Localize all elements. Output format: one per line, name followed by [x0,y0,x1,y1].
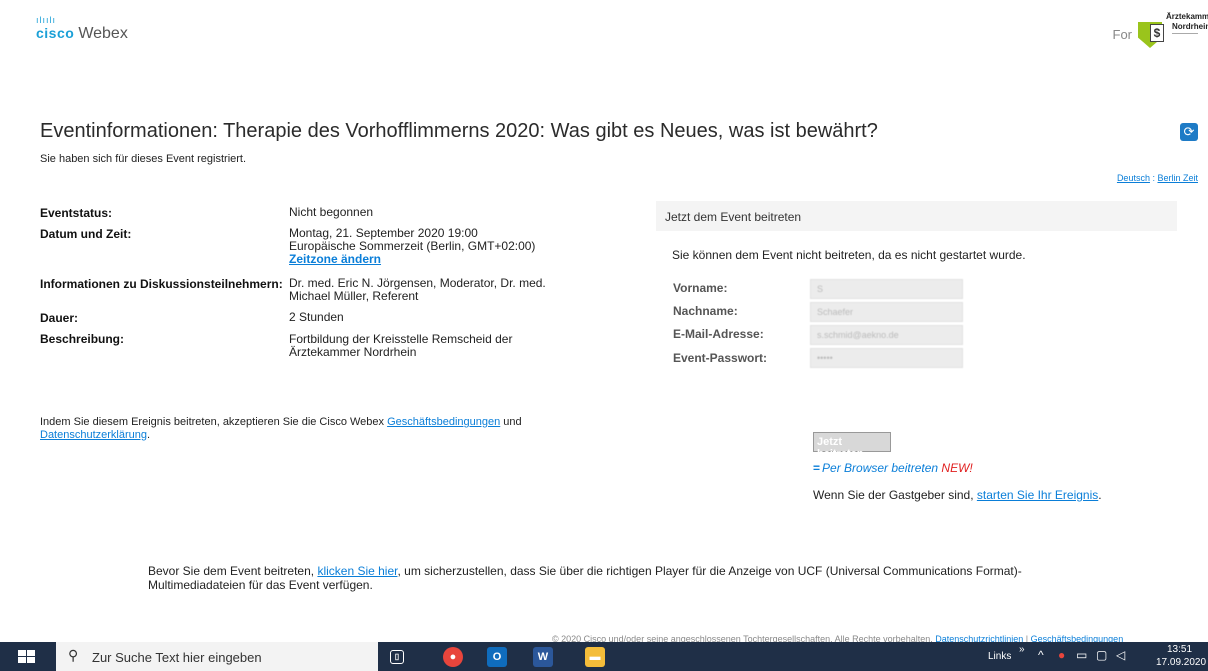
description-value: Fortbildung der Kreisstelle Remscheid de… [289,332,513,359]
browser-icon: = [813,461,821,475]
datetime-label: Datum und Zeit: [40,227,132,241]
volume-icon[interactable]: ◁ [1116,648,1125,662]
outlook-icon[interactable]: O [487,647,507,667]
browser-join-link[interactable]: = Per Browser beitreten NEW! [813,461,973,475]
cisco-brand: cisco [36,25,75,41]
language-link[interactable]: Deutsch [1117,173,1150,183]
privacy-link[interactable]: Datenschutzerklärung [40,429,147,441]
search-icon: ⚲ [68,647,79,663]
clock-time[interactable]: 13:51 [1167,644,1192,655]
password-field[interactable]: ••••• [810,348,963,368]
panelists-value: Dr. med. Eric N. Jörgensen, Moderator, D… [289,276,546,303]
file-explorer-icon[interactable]: ▬ [585,647,605,667]
locale-selector: Deutsch : Berlin Zeit [1116,173,1198,183]
notification-icon[interactable]: ▢ [1096,648,1107,662]
windows-taskbar: ⚲ Zur Suche Text hier eingeben ▯ ● O W ▬… [0,642,1208,671]
chrome-icon[interactable]: ● [443,647,463,667]
duration-label: Dauer: [40,311,79,325]
start-event-link[interactable]: starten Sie Ihr Ereignis [977,488,1098,502]
join-now-button[interactable]: Jetzt beitreten [813,432,891,460]
aerztekammer-logo: $ Ärztekammer Nordrhein [1136,12,1208,50]
taskbar-search-placeholder: Zur Suche Text hier eingeben [92,650,262,665]
firstname-field[interactable]: S [810,279,963,299]
for-label: For [1112,27,1133,42]
join-panel-heading: Jetzt dem Event beitreten [656,201,1177,231]
terms-notice: Indem Sie diesem Ereignis beitreten, akz… [40,416,522,441]
timezone-link[interactable]: Berlin Zeit [1157,173,1198,183]
email-label: E-Mail-Adresse: [673,327,764,341]
registered-note: Sie haben sich für dieses Event registri… [40,153,247,165]
lastname-label: Nachname: [673,304,738,318]
taskbar-search-box[interactable]: ⚲ Zur Suche Text hier eingeben [56,642,378,671]
status-label: Eventstatus: [40,206,113,220]
tray-app-icon[interactable]: ● [1058,648,1065,662]
terms-link[interactable]: Geschäftsbedingungen [387,416,500,428]
firstname-label: Vorname: [673,281,728,295]
datetime-value: Montag, 21. September 2020 19:00 Europäi… [289,226,536,266]
cannot-join-message: Sie können dem Event nicht beitreten, da… [672,248,1026,262]
links-toolbar[interactable]: Links [988,651,1011,662]
windows-start-icon[interactable] [18,650,36,664]
panelists-label: Informationen zu Diskussionsteilnehmern: [40,277,283,291]
refresh-icon[interactable]: ⟳ [1180,123,1198,141]
cisco-bars-icon: ılıılı [36,15,57,25]
network-icon[interactable]: ▭ [1076,648,1087,662]
email-field[interactable]: s.schmid@aekno.de [810,325,963,345]
coat-of-arms-icon: $ [1150,24,1164,42]
webex-brand: Webex [78,25,128,42]
task-view-icon[interactable]: ▯ [390,650,404,664]
webex-logo: ılıılı cisco Webex [36,16,128,43]
password-label: Event-Passwort: [673,351,768,365]
lastname-field[interactable]: Schaefer [810,302,963,322]
player-check-link[interactable]: klicken Sie hier [317,564,397,578]
clock-date[interactable]: 17.09.2020 [1156,657,1206,668]
player-notice: Bevor Sie dem Event beitreten, klicken S… [148,564,1022,592]
page-title: Eventinformationen: Therapie des Vorhoff… [40,120,878,142]
change-timezone-link[interactable]: Zeitzone ändern [289,252,381,266]
new-badge: NEW! [941,461,973,475]
host-start-line: Wenn Sie der Gastgeber sind, starten Sie… [813,488,1102,502]
description-label: Beschreibung: [40,332,125,346]
duration-value: 2 Stunden [289,310,344,324]
toolbar-expand-icon[interactable]: » [1019,644,1025,655]
word-icon[interactable]: W [533,647,553,667]
tray-chevron-up-icon[interactable]: ^ [1038,648,1044,662]
status-value: Nicht begonnen [289,205,374,219]
